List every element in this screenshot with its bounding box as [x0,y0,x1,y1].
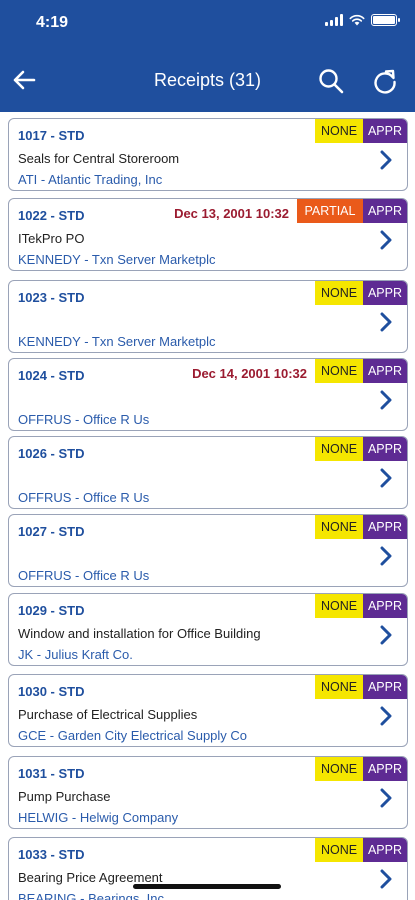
receipt-card[interactable]: 1024 - STD Dec 14, 2001 10:32 OFFRUS - O… [8,358,408,431]
receipt-card[interactable]: 1030 - STD Purchase of Electrical Suppli… [8,674,408,747]
receipt-vendor: BEARING - Bearings, Inc [18,891,164,900]
receipt-vendor: KENNEDY - Txn Server Marketplc [18,252,216,267]
status-icons [325,14,400,26]
search-icon[interactable] [318,68,344,94]
receipt-vendor: OFFRUS - Office R Us [18,490,150,505]
receipt-description: Window and installation for Office Build… [18,626,261,641]
signal-icon [325,14,343,26]
receipt-card[interactable]: 1027 - STD OFFRUS - Office R Us NONE APP… [8,514,408,587]
receive-status-badge: NONE [315,437,363,461]
receive-status-badge: NONE [315,359,363,383]
chevron-right-icon [380,788,392,808]
receipt-vendor: JK - Julius Kraft Co. [18,647,133,662]
receipt-vendor: KENNEDY - Txn Server Marketplc [18,334,216,349]
refresh-icon[interactable] [372,68,398,94]
receive-status-badge: PARTIAL [297,199,363,223]
chevron-right-icon [380,390,392,410]
receipt-id: 1023 - STD [18,290,85,305]
receipt-id: 1017 - STD [18,128,85,143]
receive-status-badge: NONE [315,281,363,305]
approval-badge: APPR [363,757,407,781]
approval-badge: APPR [363,515,407,539]
chevron-right-icon [380,625,392,645]
receipt-description: Seals for Central Storeroom [18,151,180,166]
receipt-vendor: HELWIG - Helwig Company [18,810,179,825]
receive-status-badge: NONE [315,515,363,539]
chevron-right-icon [380,706,392,726]
receipt-card[interactable]: 1029 - STD Window and installation for O… [8,593,408,666]
home-indicator[interactable] [133,884,281,889]
receipt-card[interactable]: 1026 - STD OFFRUS - Office R Us NONE APP… [8,436,408,509]
approval-badge: APPR [363,359,407,383]
approval-badge: APPR [363,119,407,143]
receipt-vendor: OFFRUS - Office R Us [18,412,150,427]
receipt-card[interactable]: 1031 - STD Pump Purchase HELWIG - Helwig… [8,756,408,829]
wifi-icon [349,14,365,26]
chevron-right-icon [380,546,392,566]
battery-icon [371,14,400,26]
receipt-description: Purchase of Electrical Supplies [18,707,198,722]
receipt-id: 1026 - STD [18,446,85,461]
receipt-description: Pump Purchase [18,789,111,804]
receipt-id: 1029 - STD [18,603,85,618]
app-header: 4:19 Receipts (31) [0,0,415,112]
chevron-right-icon [380,312,392,332]
receipt-id: 1022 - STD [18,208,85,223]
approval-badge: APPR [363,199,407,223]
receive-status-badge: NONE [315,757,363,781]
receive-status-badge: NONE [315,594,363,618]
receipt-id: 1030 - STD [18,684,85,699]
approval-badge: APPR [363,437,407,461]
receipt-card[interactable]: 1017 - STD Seals for Central Storeroom A… [8,118,408,191]
approval-badge: APPR [363,281,407,305]
receive-status-badge: NONE [315,675,363,699]
chevron-right-icon [380,869,392,889]
status-time: 4:19 [36,14,69,31]
receive-status-badge: NONE [315,838,363,862]
receipt-vendor: GCE - Garden City Electrical Supply Co [18,728,248,743]
approval-badge: APPR [363,675,407,699]
receipt-description: Bearing Price Agreement [18,870,163,885]
receipt-card[interactable]: 1033 - STD Bearing Price Agreement BEARI… [8,837,408,900]
receipt-id: 1031 - STD [18,766,85,781]
page-title: Receipts (31) [153,70,262,90]
chevron-right-icon [380,230,392,250]
receipt-date: Dec 14, 2001 10:32 [192,366,307,381]
receipt-card[interactable]: 1023 - STD KENNEDY - Txn Server Marketpl… [8,280,408,353]
receipt-vendor: ATI - Atlantic Trading, Inc [18,172,163,187]
approval-badge: APPR [363,594,407,618]
receipt-vendor: OFFRUS - Office R Us [18,568,150,583]
receipt-card[interactable]: 1022 - STD Dec 13, 2001 10:32 ITekPro PO… [8,198,408,271]
receive-status-badge: NONE [315,119,363,143]
chevron-right-icon [380,150,392,170]
receipt-id: 1027 - STD [18,524,85,539]
chevron-right-icon [380,468,392,488]
approval-badge: APPR [363,838,407,862]
receipts-list: 1017 - STD Seals for Central Storeroom A… [0,116,415,900]
receipt-id: 1024 - STD [18,368,85,383]
receipt-description: ITekPro PO [18,231,85,246]
receipt-id: 1033 - STD [18,847,85,862]
receipt-date: Dec 13, 2001 10:32 [174,206,289,221]
